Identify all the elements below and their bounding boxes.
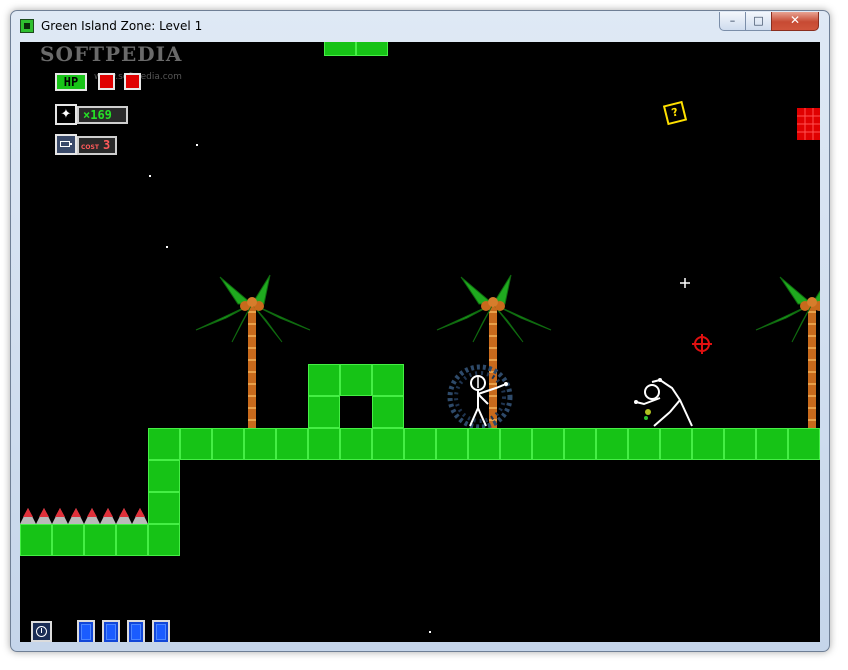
ground-tile [500,428,532,460]
item-cost: COST 3 [77,136,117,155]
health-unit-icon [124,73,141,90]
ground-tile [180,428,212,460]
health-unit-icon [98,73,115,90]
ground-tile [148,492,180,524]
ground-tile [660,428,692,460]
stars [149,144,690,633]
ground-tile [692,428,724,460]
ground-tile [724,428,756,460]
ground-tile [52,524,84,556]
app-icon [20,19,34,33]
ground-tile [564,428,596,460]
minimize-button[interactable]: – [719,12,746,31]
ground-tile [20,524,52,556]
ground-tile [308,428,340,460]
red-brick-block [797,108,820,140]
ground-tile [404,428,436,460]
palm-tree [436,274,552,428]
ground-tile [356,42,388,56]
ground-tile [756,428,788,460]
ground-tile [372,364,404,396]
palm-tree [195,274,311,428]
palm-tree [755,276,820,428]
cost-label: COST [81,144,99,151]
ground-tile [148,428,180,460]
player-character [447,364,513,430]
star-count: ×169 [77,106,128,124]
spikes [20,508,148,524]
clock-icon[interactable] [31,621,52,642]
ground-tile [596,428,628,460]
ground-tile [340,364,372,396]
crosshair-icon [692,334,712,354]
ground-tile [308,396,340,428]
inventory-slot[interactable] [127,620,145,642]
ground-tile [628,428,660,460]
window-title: Green Island Zone: Level 1 [41,19,203,33]
ground-tile [276,428,308,460]
ground-tile [788,428,820,460]
ground-tile [148,524,180,556]
inventory-slot[interactable] [102,620,120,642]
maximize-button[interactable]: □ [745,12,772,31]
ground-tile [372,428,404,460]
inventory-slot[interactable] [77,620,95,642]
enemy-character [634,378,693,427]
ground-tile [308,364,340,396]
ground-tile [212,428,244,460]
ground-tile [116,524,148,556]
ground-tile [340,428,372,460]
ground-tile [244,428,276,460]
ground-tile [436,428,468,460]
cost-value: 3 [103,138,111,152]
ground-tile [532,428,564,460]
inventory-slot[interactable] [152,620,170,642]
watermark-logo: SOFTPEDIA [40,42,183,66]
battery-icon [55,134,77,155]
game-canvas[interactable]: SOFTPEDIA www.softpedia.com HP ✦ ×169 CO… [20,42,820,642]
ground-tile [372,396,404,428]
sparkle-icon: ✦ [55,104,77,125]
ground-tile [324,42,356,56]
ground-tile [468,428,500,460]
hp-label: HP [55,73,87,91]
ground-tile [148,460,180,492]
close-button[interactable]: ✕ [771,12,819,31]
title-bar[interactable]: Green Island Zone: Level 1 – □ ✕ [11,11,829,42]
game-window: Green Island Zone: Level 1 – □ ✕ SOFTPED… [10,10,830,652]
ground-tile [84,524,116,556]
